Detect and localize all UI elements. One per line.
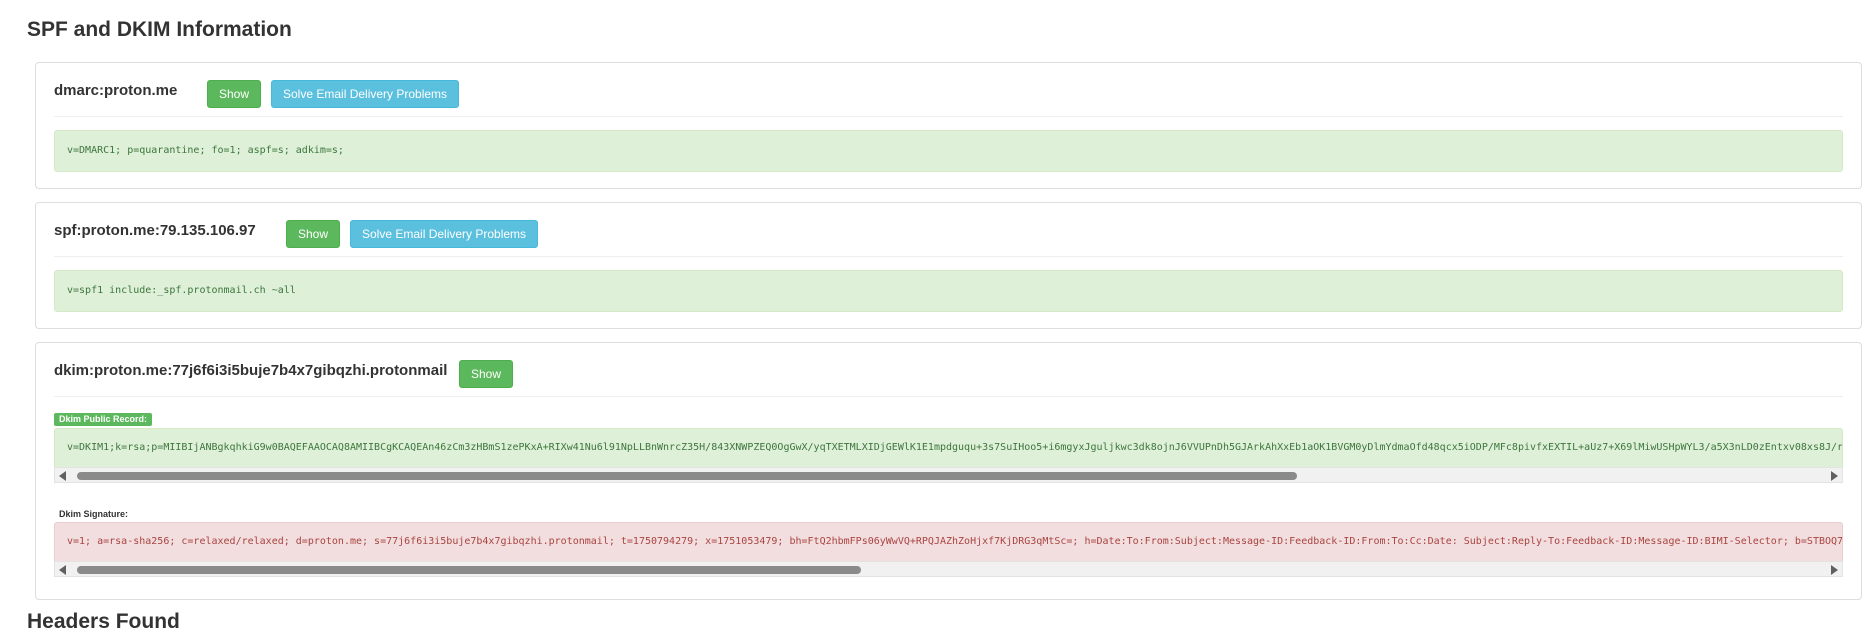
scroll-right-arrow-icon[interactable]	[1831, 471, 1838, 481]
dkim-public-record-scrollbar[interactable]	[54, 467, 1843, 483]
dmarc-solve-problems-button[interactable]: Solve Email Delivery Problems	[271, 80, 460, 108]
dmarc-show-button[interactable]: Show	[207, 80, 262, 108]
dmarc-panel: dmarc:proton.me Show Solve Email Deliver…	[35, 62, 1862, 189]
scroll-thumb[interactable]	[77, 472, 1297, 480]
dkim-record-title: dkim:proton.me:77j6f6i3i5buje7b4x7gibqzh…	[54, 362, 448, 379]
headers-found-title: Headers Found	[27, 610, 180, 633]
spf-solve-problems-button[interactable]: Solve Email Delivery Problems	[350, 220, 539, 248]
spf-panel-header: spf:proton.me:79.135.106.97 Show Solve E…	[54, 203, 1843, 257]
spf-record-title: spf:proton.me:79.135.106.97	[54, 222, 256, 239]
dkim-panel-header: dkim:proton.me:77j6f6i3i5buje7b4x7gibqzh…	[54, 343, 1843, 397]
scroll-right-arrow-icon[interactable]	[1831, 565, 1838, 575]
dkim-public-record-value: v=DKIM1;k=rsa;p=MIIBIjANBgkqhkiG9w0BAQEF…	[54, 428, 1843, 467]
scroll-left-arrow-icon[interactable]	[59, 565, 66, 575]
dkim-signature-label: Dkim Signature:	[59, 509, 129, 519]
spf-record-value: v=spf1 include:_spf.protonmail.ch ~all	[54, 270, 1843, 312]
scroll-left-arrow-icon[interactable]	[59, 471, 66, 481]
dmarc-record-title: dmarc:proton.me	[54, 82, 178, 99]
dmarc-record-value: v=DMARC1; p=quarantine; fo=1; aspf=s; ad…	[54, 130, 1843, 172]
dmarc-panel-header: dmarc:proton.me Show Solve Email Deliver…	[54, 63, 1843, 117]
dkim-show-button[interactable]: Show	[459, 360, 514, 388]
spf-panel: spf:proton.me:79.135.106.97 Show Solve E…	[35, 202, 1862, 329]
dkim-panel: dkim:proton.me:77j6f6i3i5buje7b4x7gibqzh…	[35, 342, 1862, 600]
dkim-signature-value: v=1; a=rsa-sha256; c=relaxed/relaxed; d=…	[54, 522, 1843, 561]
page-title: SPF and DKIM Information	[27, 18, 292, 41]
dkim-public-record-label: Dkim Public Record:	[54, 413, 153, 426]
scroll-thumb[interactable]	[77, 566, 861, 574]
dkim-signature-scrollbar[interactable]	[54, 561, 1843, 577]
spf-show-button[interactable]: Show	[286, 220, 341, 248]
